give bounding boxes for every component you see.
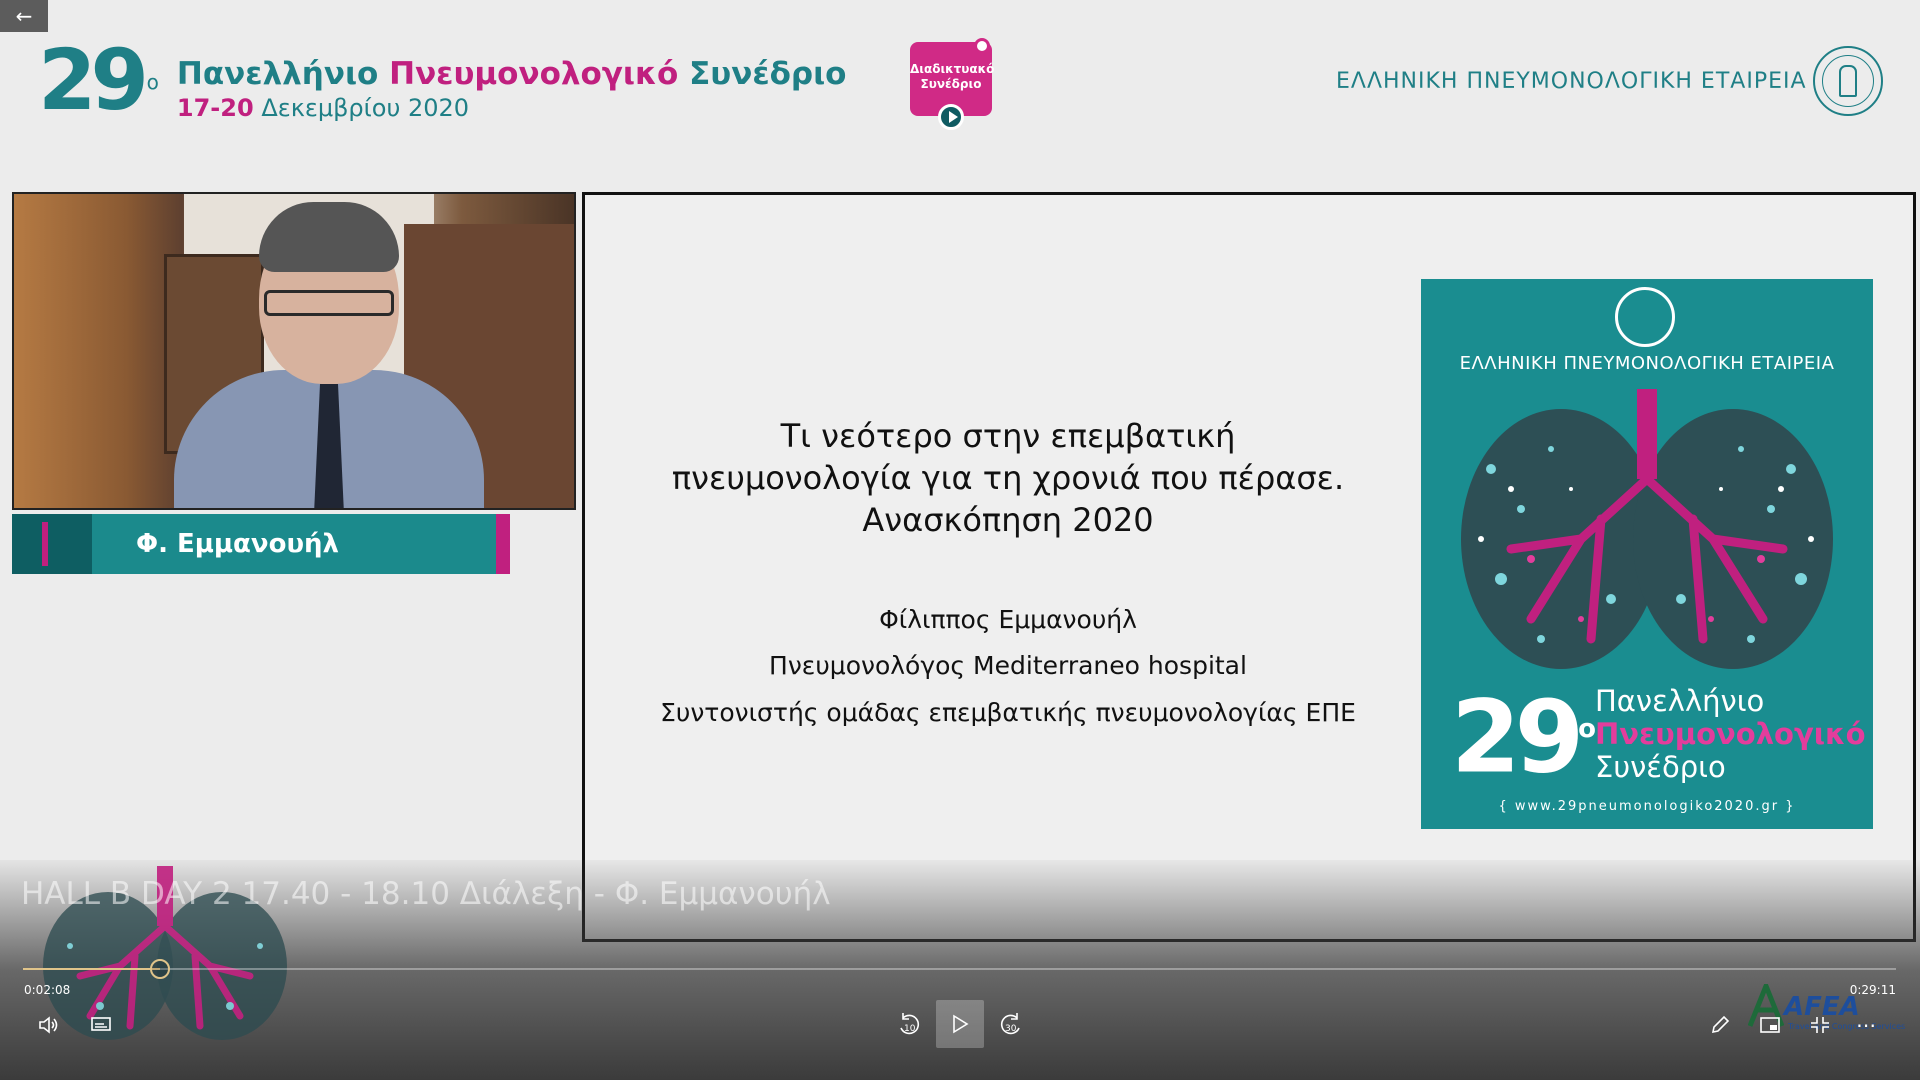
- fullscreen-exit-icon: [1811, 1017, 1829, 1033]
- slide-role: Πνευμονολόγος Mediterraneo hospital: [769, 651, 1247, 680]
- progress-bar[interactable]: [23, 959, 1896, 979]
- pen-icon: [1711, 1015, 1730, 1034]
- volume-icon: [39, 1016, 58, 1034]
- title-part2: Πνευμονολογικό: [389, 56, 679, 92]
- pen-button[interactable]: [1706, 1012, 1734, 1038]
- conference-number: 29 ο: [38, 31, 159, 129]
- progress-fill: [23, 968, 160, 970]
- forward-30-button[interactable]: 30: [994, 1008, 1028, 1042]
- svg-text:10: 10: [904, 1024, 916, 1034]
- poster-text: Πανελλήνιο Πνευμονολογικό Συνέδριο: [1595, 684, 1866, 784]
- progress-thumb[interactable]: [149, 959, 170, 979]
- online-congress-badge: Διαδικτυακό Συνέδριο: [910, 38, 994, 130]
- video-title: HALL B DAY 2 17.40 - 18.10 Διάλεξη - Φ. …: [21, 876, 831, 912]
- speaker-name: Φ. Εμμανουήλ: [136, 529, 340, 559]
- time-current: 0:02:08: [24, 983, 71, 997]
- volume-button[interactable]: [34, 1012, 64, 1038]
- back-button[interactable]: ←: [0, 0, 48, 32]
- speaker-webcam: [12, 192, 576, 510]
- picture-in-picture-button[interactable]: [1756, 1012, 1784, 1038]
- slide-position: Συντονιστής ομάδας επεμβατικής πνευμονολ…: [660, 698, 1356, 727]
- fullscreen-exit-button[interactable]: [1806, 1012, 1834, 1038]
- captions-button[interactable]: [86, 1012, 116, 1038]
- dates-rest: Δεκεμβρίου 2020: [261, 94, 470, 122]
- title-part3: Συνέδριο: [689, 56, 847, 92]
- poster-seal-logo: [1615, 287, 1675, 347]
- lung-icon: [12, 514, 92, 574]
- svg-text:30: 30: [1005, 1024, 1017, 1034]
- presentation-slide: Τι νεότερο στην επεμβατική πνευμονολογία…: [582, 192, 1916, 942]
- slide-title: Τι νεότερο στην επεμβατική πνευμονολογία…: [671, 417, 1345, 539]
- more-options-button[interactable]: ⋯: [1852, 1012, 1880, 1038]
- title-part1: Πανελλήνιο: [176, 56, 379, 92]
- slide-author: Φίλιππος Εμμανουήλ: [879, 605, 1137, 634]
- poster-society: ΕΛΛΗΝΙΚΗ ΠΝΕΥΜΟΝΟΛΟΓΙΚΗ ΕΤΑΙΡΕΙΑ: [1459, 353, 1835, 374]
- more-icon: ⋯: [1856, 1013, 1876, 1037]
- pin-icon: [974, 38, 990, 54]
- arrow-left-icon: ←: [15, 4, 33, 28]
- dates-bold: 17-20: [176, 94, 254, 122]
- conference-poster: ΕΛΛΗΝΙΚΗ ΠΝΕΥΜΟΝΟΛΟΓΙΚΗ ΕΤΑΙΡΕΙΑ 29ο Παν…: [1421, 279, 1873, 829]
- conference-header: 29 ο Πανελλήνιο Πνευμονολογικό Συνέδριο 1…: [38, 38, 846, 128]
- poster-url: { www.29pneumonologiko2020.gr }: [1498, 799, 1796, 814]
- replay-10-button[interactable]: 10: [892, 1008, 926, 1042]
- conference-title: Πανελλήνιο Πνευμονολογικό Συνέδριο 17-20…: [177, 56, 847, 122]
- picture-in-picture-icon: [1760, 1017, 1780, 1033]
- play-icon: [953, 1014, 969, 1034]
- society-seal-logo: [1813, 46, 1883, 116]
- play-badge-icon: [938, 104, 964, 130]
- play-button[interactable]: [936, 1000, 984, 1048]
- society-name: ΕΛΛΗΝΙΚΗ ΠΝΕΥΜΟΝΟΛΟΓΙΚΗ ΕΤΑΙΡΕΙΑ: [1336, 69, 1807, 94]
- speaker-name-bar: Φ. Εμμανουήλ: [12, 514, 510, 574]
- poster-number: 29ο: [1451, 678, 1597, 796]
- forward-30-icon: 30: [1000, 1013, 1020, 1035]
- captions-icon: [91, 1017, 111, 1031]
- replay-10-icon: 10: [900, 1013, 920, 1035]
- lungs-illustration: [1461, 389, 1833, 669]
